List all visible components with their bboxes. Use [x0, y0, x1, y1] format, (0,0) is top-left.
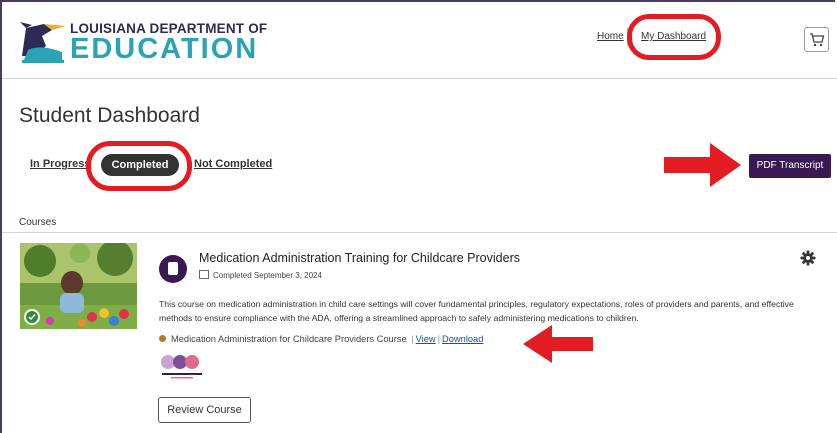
annotation-circle-dashboard [627, 14, 721, 60]
cart-icon [810, 33, 825, 47]
cart-button[interactable] [804, 27, 829, 52]
annotation-arrow-download-icon [523, 325, 593, 363]
ldoe-logo[interactable]: LOUISIANA DEPARTMENT OF EDUCATION [18, 16, 267, 65]
annotation-arrow-pdf-icon [664, 143, 741, 187]
calendar-icon [199, 270, 209, 279]
nav-home-link[interactable]: Home [597, 31, 624, 42]
resource-name: Medication Administration for Childcare … [171, 334, 407, 344]
section-divider [2, 232, 837, 233]
completed-date-text: Completed September 3, 2024 [213, 271, 322, 280]
tab-in-progress[interactable]: In Progress [30, 158, 91, 170]
review-course-button[interactable]: Review Course [158, 397, 251, 423]
annotation-circle-completed [86, 141, 192, 191]
page-title: Student Dashboard [19, 104, 200, 127]
course-title[interactable]: Medication Administration Training for C… [199, 251, 520, 265]
course-completed-date: Completed September 3, 2024 [199, 270, 322, 280]
course-type-icon [159, 255, 187, 283]
early-childhood-logo-icon [161, 355, 202, 379]
download-link[interactable]: Download [442, 334, 483, 344]
view-link[interactable]: View [416, 334, 436, 344]
gear-icon[interactable] [800, 250, 816, 266]
course-description: This course on medication administration… [159, 299, 794, 323]
course-resource-row: Medication Administration for Childcare … [159, 334, 483, 344]
tab-not-completed[interactable]: Not Completed [194, 158, 272, 170]
completed-check-icon [24, 309, 40, 325]
pdf-transcript-button[interactable]: PDF Transcript [749, 154, 831, 178]
logo-text-bottom: EDUCATION [70, 33, 259, 65]
pelican-logo-icon [20, 22, 66, 63]
courses-section-label: Courses [19, 217, 57, 228]
resource-status-icon [159, 335, 166, 342]
